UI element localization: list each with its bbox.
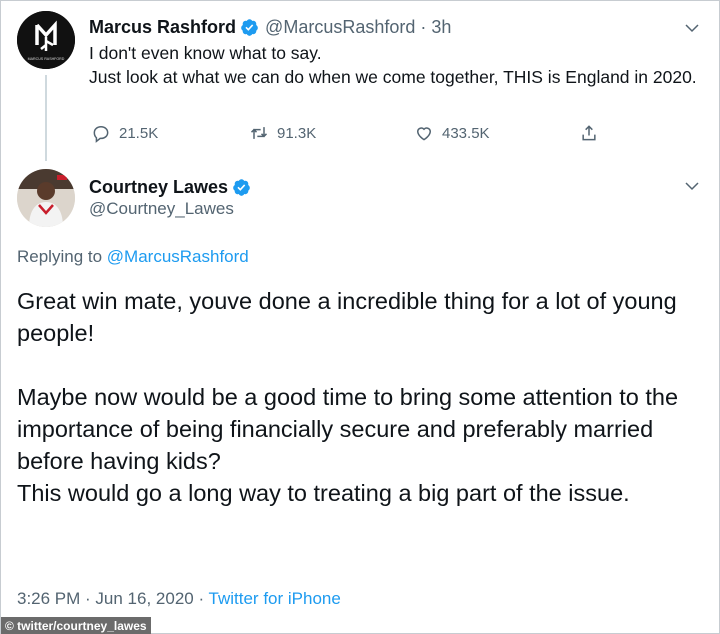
tweet2-header: Courtney Lawes <box>89 175 251 199</box>
replying-mention-link[interactable]: @MarcusRashford <box>107 247 249 266</box>
reply-count: 21.5K <box>119 124 159 142</box>
tweet2-paragraph-2: Maybe now would be a good time to bring … <box>17 384 679 474</box>
screenshot-frame: MARCUS RASHFORD Marcus Rashford @MarcusR… <box>0 0 720 634</box>
tweet-timestamp[interactable]: 3:26 PM · Jun 16, 2020 · <box>17 589 209 608</box>
tweet-marcus-rashford[interactable]: MARCUS RASHFORD Marcus Rashford @MarcusR… <box>1 1 720 161</box>
tweet1-actions: 21.5K 91.3K 433.5K <box>89 121 609 145</box>
reply-icon <box>93 125 109 143</box>
chevron-down-icon[interactable] <box>683 19 701 37</box>
retweet-icon <box>250 127 268 139</box>
like-button[interactable]: 433.5K <box>414 121 490 145</box>
chevron-down-icon[interactable] <box>683 177 701 195</box>
retweet-button[interactable]: 91.3K <box>249 121 316 145</box>
verified-badge-icon <box>233 178 250 196</box>
avatar-logo-text: MARCUS RASHFORD <box>28 57 65 61</box>
author-name[interactable]: Courtney Lawes <box>89 177 228 198</box>
profile-photo-icon <box>17 169 75 227</box>
thread-connector-line <box>45 75 47 161</box>
avatar-courtney-lawes[interactable] <box>17 169 75 227</box>
separator-dot: · <box>420 16 427 37</box>
tweet1-line2: Just look at what we can do when we come… <box>89 67 697 87</box>
tweet2-meta: 3:26 PM · Jun 16, 2020 · Twitter for iPh… <box>17 589 341 609</box>
retweet-count: 91.3K <box>277 124 317 142</box>
avatar-marcus-rashford[interactable]: MARCUS RASHFORD <box>17 11 75 69</box>
reply-button[interactable]: 21.5K <box>91 121 158 145</box>
author-handle[interactable]: @Courtney_Lawes <box>89 199 234 219</box>
verified-badge-icon <box>241 18 258 36</box>
like-icon <box>416 127 432 141</box>
replying-to: Replying to @MarcusRashford <box>17 247 249 267</box>
like-count: 433.5K <box>442 124 490 142</box>
tweet-time[interactable]: 3h <box>431 17 451 38</box>
share-icon <box>582 125 596 141</box>
author-handle[interactable]: @MarcusRashford <box>265 17 415 38</box>
image-credit: © twitter/courtney_lawes <box>1 617 151 634</box>
tweet1-line1: I don't even know what to say. <box>89 43 322 63</box>
tweet1-text: I don't even know what to say. Just look… <box>89 41 704 89</box>
mr-logo-icon: MARCUS RASHFORD <box>17 11 75 69</box>
tweet2-body: Great win mate, youve done a incredible … <box>17 285 712 509</box>
tweet-source-link[interactable]: Twitter for iPhone <box>209 589 341 608</box>
replying-prefix: Replying to <box>17 247 107 266</box>
tweet2-paragraph-1: Great win mate, youve done a incredible … <box>17 288 677 346</box>
tweet1-header: Marcus Rashford @MarcusRashford · 3h <box>89 15 451 39</box>
author-name[interactable]: Marcus Rashford <box>89 17 236 38</box>
share-button[interactable] <box>579 121 607 145</box>
tweet2-paragraph-3: This would go a long way to treating a b… <box>17 480 630 506</box>
